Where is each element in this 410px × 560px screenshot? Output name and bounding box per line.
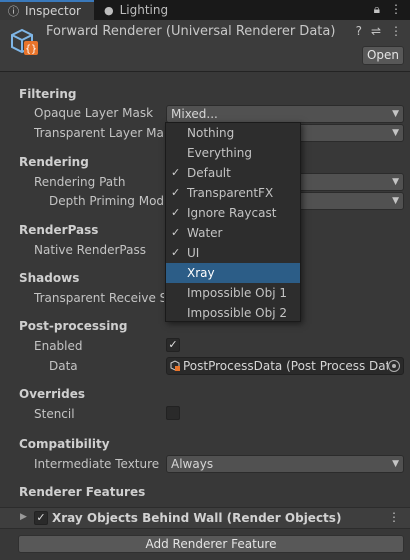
dropdown-item-label: Nothing [187,126,235,140]
checkmark-icon: ✓ [171,226,181,239]
transparent-layer-mask-label: Transparent Layer Mas [34,126,164,140]
dropdown-item[interactable]: Everything [166,143,300,163]
dropdown-item[interactable]: Impossible Obj 2 [166,303,300,323]
open-button[interactable]: Open [362,46,404,65]
stencil-checkbox[interactable] [166,406,180,420]
rendering-path-label: Rendering Path [34,175,126,189]
section-post-processing[interactable]: Post-processing [19,319,127,333]
dropdown-item-label: UI [187,246,200,260]
depth-priming-mode-label: Depth Priming Mode [49,194,164,208]
renderer-asset-icon: {} [11,28,38,55]
pp-data-label: Data [49,359,78,373]
dropdown-arrow-icon: ▼ [392,459,399,469]
native-renderpass-label: Native RenderPass [34,243,146,257]
tab-bar: ⓘ Inspector ● Lighting 🔒︎ ⋮ [0,0,410,20]
renderer-feature-row[interactable]: ▶ ✓ Xray Objects Behind Wall (Render Obj… [0,507,410,529]
more-menu-icon[interactable]: ⋮ [388,510,400,524]
add-renderer-feature-button[interactable]: Add Renderer Feature [18,535,404,553]
svg-text:{}: {} [25,44,37,55]
presets-icon[interactable]: ⇌ [371,24,381,38]
section-rendering[interactable]: Rendering [19,155,89,169]
dropdown-item[interactable]: ✓ Water [166,223,300,243]
feature-enabled-checkbox[interactable]: ✓ [34,511,48,525]
intermediate-texture-value: Always [171,457,214,471]
dropdown-item-label: Impossible Obj 2 [187,306,288,320]
opaque-layer-mask-label: Opaque Layer Mask [34,106,154,120]
asset-title: Forward Renderer (Universal Renderer Dat… [46,24,336,39]
tab-lighting[interactable]: ● Lighting [96,0,196,20]
info-icon: ⓘ [8,5,19,18]
pp-data-object-field[interactable]: PostProcessData (Post Process Data [166,357,404,375]
section-filtering[interactable]: Filtering [19,87,76,101]
dropdown-arrow-icon: ▼ [392,177,399,187]
scriptable-object-icon [170,360,180,371]
pp-enabled-label: Enabled [34,339,83,353]
more-menu-icon[interactable]: ⋮ [390,2,402,17]
dropdown-item[interactable]: ✓ Ignore Raycast [166,203,300,223]
tab-inspector[interactable]: ⓘ Inspector [0,0,94,20]
dropdown-item-label: Everything [187,146,252,160]
help-icon[interactable]: ? [356,24,362,38]
inspector-header: {} Forward Renderer (Universal Renderer … [0,20,410,72]
dropdown-arrow-icon: ▼ [392,128,399,138]
dropdown-item[interactable]: Nothing [166,123,300,143]
dropdown-item-label: Default [187,166,231,180]
opaque-layer-mask-value: Mixed... [171,107,218,121]
intermediate-texture-label: Intermediate Texture [34,457,160,471]
dropdown-item[interactable]: Impossible Obj 1 [166,283,300,303]
lock-icon[interactable]: 🔒︎ [374,2,380,17]
tab-bar-controls: 🔒︎ ⋮ [374,2,402,17]
dropdown-arrow-icon: ▼ [392,196,399,206]
dropdown-item-highlighted[interactable]: Xray [166,263,300,283]
layer-mask-dropdown-menu: Nothing Everything ✓ Default ✓ Transpare… [165,122,301,322]
dropdown-arrow-icon: ▼ [392,109,399,119]
tab-label: Lighting [119,3,169,17]
opaque-layer-mask-dropdown[interactable]: Mixed... ▼ [166,105,404,123]
stencil-label: Stencil [34,407,75,421]
light-bulb-icon: ● [104,3,114,17]
checkmark-icon: ✓ [171,166,181,179]
dropdown-item-label: Water [187,226,223,240]
checkmark-icon: ✓ [171,186,181,199]
foldout-arrow-icon[interactable]: ▶ [20,512,27,522]
section-overrides[interactable]: Overrides [19,387,85,401]
dropdown-item-label: Ignore Raycast [187,206,277,220]
dropdown-item[interactable]: ✓ TransparentFX [166,183,300,203]
dropdown-item-label: Xray [187,266,215,280]
checkmark-icon: ✓ [171,206,181,219]
transparent-receive-shadows-label: Transparent Receive S [34,291,164,305]
dropdown-item[interactable]: ✓ Default [166,163,300,183]
pp-data-value: PostProcessData (Post Process Data [183,359,388,373]
intermediate-texture-dropdown[interactable]: Always ▼ [166,455,404,473]
dropdown-item-label: TransparentFX [187,186,274,200]
section-renderer-features[interactable]: Renderer Features [19,485,145,499]
feature-title: Xray Objects Behind Wall (Render Objects… [52,511,342,525]
more-menu-icon[interactable]: ⋮ [390,24,402,38]
section-shadows[interactable]: Shadows [19,271,79,285]
section-compatibility[interactable]: Compatibility [19,437,110,451]
checkmark-icon: ✓ [171,246,181,259]
pp-enabled-checkbox[interactable]: ✓ [166,338,180,352]
dropdown-item-label: Impossible Obj 1 [187,286,288,300]
section-renderpass[interactable]: RenderPass [19,223,98,237]
tab-label: Inspector [25,4,81,18]
object-picker-icon[interactable] [388,360,400,372]
dropdown-item[interactable]: ✓ UI [166,243,300,263]
header-controls: ? ⇌ ⋮ [356,24,402,38]
